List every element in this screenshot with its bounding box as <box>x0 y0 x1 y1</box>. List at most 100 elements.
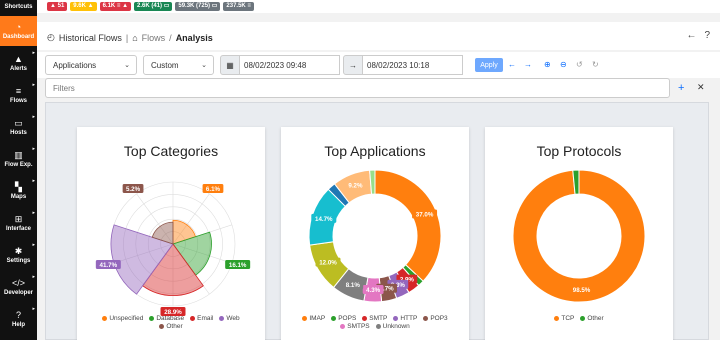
analysis-select[interactable]: Applications ⌄ <box>45 55 137 75</box>
data-label-text: 4.3% <box>366 287 381 294</box>
status-badge[interactable]: ▲ 51 <box>47 2 68 11</box>
data-label: 5.2% <box>122 183 144 193</box>
help-icon[interactable]: ? <box>704 30 710 41</box>
data-label: 4.3% <box>362 284 384 294</box>
data-label: 16.1% <box>225 260 251 270</box>
page-header: ◴ Historical Flows | ⌂ Flows / Analysis … <box>37 22 720 50</box>
sidebar-item-settings[interactable]: ✱ Settings ▸ <box>0 240 37 270</box>
warning-icon: ▲ <box>14 54 23 64</box>
sidebar-item-flows[interactable]: ≡ Flows ▸ <box>0 80 37 110</box>
home-icon[interactable]: ⌂ <box>132 33 137 43</box>
breadcrumb-slash: / <box>169 32 172 43</box>
legend-item[interactable]: SMTP <box>362 315 387 322</box>
back-arrow-icon[interactable]: ← <box>686 30 696 41</box>
legend-swatch <box>149 316 155 321</box>
donut-slice-imap[interactable] <box>374 169 442 282</box>
legend-label: Web <box>226 315 240 322</box>
range-select[interactable]: Custom ⌄ <box>143 55 214 75</box>
next-arrow-icon[interactable]: → <box>524 60 532 69</box>
data-label-text: 6.1% <box>206 186 221 193</box>
status-badge[interactable]: 237.5K ≡ <box>223 2 254 11</box>
legend-item[interactable]: Other <box>159 323 183 330</box>
data-label-text: 12.0% <box>319 260 337 267</box>
legend-label: Other <box>166 323 183 330</box>
legend-item[interactable]: SMTPS <box>340 323 370 330</box>
legend-item[interactable]: POPS <box>331 315 356 322</box>
legend-swatch <box>190 316 196 321</box>
legend-label: Email <box>197 315 214 322</box>
status-badge[interactable]: 6.1K ≡ ▲ <box>99 2 132 11</box>
sidebar-item-help[interactable]: ? Help ▸ <box>0 304 37 334</box>
legend-item[interactable]: POP3 <box>423 315 448 322</box>
legend-item[interactable]: TCP <box>554 315 574 322</box>
data-label-text: 98.5% <box>573 287 591 294</box>
legend-item[interactable]: IMAP <box>302 315 325 322</box>
top-categories-chart: 6.1%16.1%28.9%41.7%5.2% <box>95 181 251 316</box>
analysis-select-value: Applications <box>53 60 97 70</box>
zoom-out-icon[interactable]: ⊖ <box>560 60 567 69</box>
legend-item[interactable]: Other <box>580 315 604 322</box>
arrow-right-icon: → <box>343 55 363 75</box>
legend-item[interactable]: Email <box>190 315 213 322</box>
data-label: 98.5% <box>569 284 595 294</box>
undo-icon[interactable]: ↺ <box>576 60 583 69</box>
status-badge[interactable]: 9.6K ▲ <box>70 2 97 11</box>
sidebar-item-label: Dashboard <box>2 34 35 40</box>
prev-arrow-icon[interactable]: ← <box>508 60 516 69</box>
sidebar-shortcuts[interactable]: Shortcuts <box>0 4 37 10</box>
chevron-right-icon: ▸ <box>32 306 35 312</box>
sidebar-item-hosts[interactable]: ▭ Hosts ▸ <box>0 112 37 142</box>
breadcrumb-flows[interactable]: Flows <box>142 33 166 43</box>
legend-label: TCP <box>561 315 575 322</box>
close-icon[interactable]: ✕ <box>697 82 705 93</box>
filters-input[interactable]: Filters <box>45 78 670 98</box>
legend-label: Unknown <box>382 323 410 330</box>
top-protocols-chart: 98.5% <box>512 169 646 303</box>
data-label-text: 41.7% <box>100 262 118 269</box>
legend-label: POP3 <box>430 315 448 322</box>
chevron-down-icon: ⌄ <box>201 62 207 69</box>
sidebar-item-dashboard[interactable]: ◔ Dashboard <box>0 16 37 46</box>
legend-label: IMAP <box>309 315 326 322</box>
page-title: Historical Flows <box>58 32 122 43</box>
top-applications-chart: 37.0%2.9%3.3%3.7%4.3%8.1%12.0%14.7%9.2% <box>308 169 442 303</box>
data-label-text: 5.2% <box>126 186 141 193</box>
refresh-icon[interactable]: ↻ <box>592 60 599 69</box>
legend-item[interactable]: HTTP <box>393 315 417 322</box>
legend-swatch <box>302 316 308 321</box>
history-icon: ◴ <box>47 32 55 42</box>
sidebar-item-label: Maps <box>10 194 27 200</box>
status-badge[interactable]: 59.3K (725) ▭ <box>175 2 221 11</box>
data-label-text: 16.1% <box>229 262 247 269</box>
calendar-icon[interactable]: ▦ <box>220 55 240 75</box>
legend-swatch <box>331 316 337 321</box>
legend-swatch <box>580 316 586 321</box>
end-date-input[interactable]: 08/02/2023 10:18 <box>363 55 463 75</box>
top-categories-card: Top Categories 6.1% 16.1% 28.9% 41.7% 5.2% U… <box>77 127 265 340</box>
legend-item[interactable]: Web <box>219 315 240 322</box>
chevron-right-icon: ▸ <box>32 274 35 280</box>
flows-icon: ≡ <box>15 86 22 96</box>
sidebar-item-flow-exp[interactable]: ▥ Flow Exp. ▸ <box>0 144 37 174</box>
breadcrumb-analysis: Analysis <box>175 32 213 43</box>
zoom-in-icon[interactable]: ⊕ <box>544 60 551 69</box>
chevron-down-icon: ⌄ <box>124 62 130 69</box>
chevron-right-icon: ▸ <box>32 178 35 184</box>
begin-date-input[interactable]: 08/02/2023 09:48 <box>240 55 340 75</box>
chevron-right-icon: ▸ <box>32 114 35 120</box>
sidebar-item-alerts[interactable]: ▲ Alerts ▸ <box>0 48 37 78</box>
legend-item[interactable]: Unknown <box>375 323 410 330</box>
legend-item[interactable]: Unspecified <box>102 315 143 322</box>
apply-button[interactable]: Apply <box>475 58 503 72</box>
sidebar-item-maps[interactable]: ▚ Maps ▸ <box>0 176 37 206</box>
legend-item[interactable]: Database <box>149 315 184 322</box>
legend-swatch <box>340 324 346 329</box>
add-filter-icon[interactable]: + <box>678 82 684 94</box>
legend-swatch <box>554 316 560 321</box>
data-label-text: 37.0% <box>416 212 434 219</box>
data-label: 12.0% <box>315 257 341 267</box>
sidebar-item-developer[interactable]: </> Developer ▸ <box>0 272 37 302</box>
help-icon: ? <box>15 310 21 320</box>
sidebar-item-interface[interactable]: ⊞ Interface ▸ <box>0 208 37 238</box>
status-badge[interactable]: 2.6K (41) ▭ <box>134 2 173 11</box>
